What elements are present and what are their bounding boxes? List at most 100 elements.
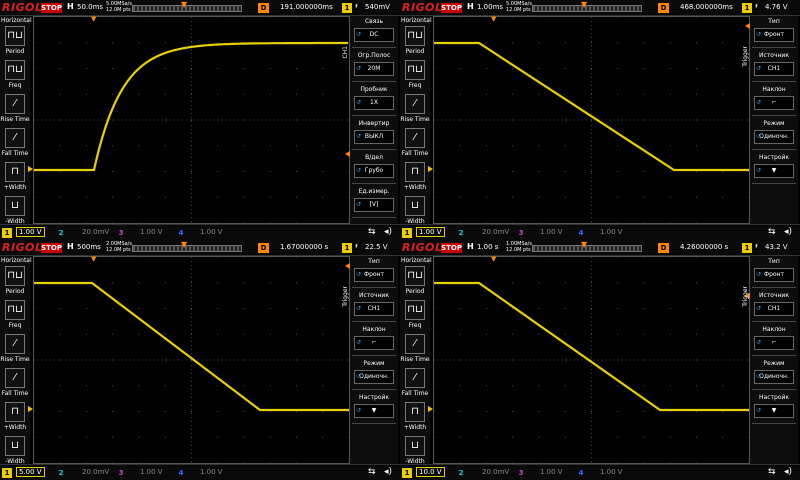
ch2-scale[interactable]: 20.0mV	[82, 228, 109, 236]
measure-button-freq[interactable]: ⊓⊔	[5, 60, 25, 80]
ch1-badge[interactable]: 1	[2, 468, 12, 478]
measure-button-period[interactable]: ⊓⊔	[5, 26, 25, 46]
speaker-icon[interactable]: ◂)	[384, 227, 392, 237]
trigger-level-value[interactable]: 43.2 V	[765, 243, 788, 251]
ch1-scale[interactable]: 10.0 V	[416, 467, 445, 477]
measure-button-period[interactable]: ⊓⊔	[405, 266, 425, 286]
trigger-level-value[interactable]: 4.76 V	[765, 3, 788, 11]
timebase-value[interactable]: 1.00 s	[477, 243, 498, 251]
measure-button--width[interactable]: ⊔	[405, 436, 425, 456]
ch1-ground-marker-icon[interactable]	[28, 166, 33, 172]
ch3-badge[interactable]: 3	[516, 228, 526, 238]
ch4-badge[interactable]: 4	[576, 228, 586, 238]
side-menu-option[interactable]: ↺ ⌐	[754, 336, 794, 350]
side-menu-option[interactable]: ↺ ▼	[754, 164, 794, 178]
horizontal-delay-value[interactable]: 1.67000000 s	[280, 243, 328, 251]
side-menu-option[interactable]: ↺ 1X	[354, 96, 394, 110]
ch1-ground-marker-icon[interactable]	[28, 406, 33, 412]
side-menu-option[interactable]: ↺ Фронт	[754, 268, 794, 282]
side-menu-option[interactable]: ↺ ▼	[754, 404, 794, 418]
horizontal-delay-value[interactable]: 191.000000ms	[280, 3, 333, 11]
timebase-value[interactable]: 50.0ms	[77, 3, 103, 11]
side-menu-option[interactable]: ↺ Одиночн.	[754, 370, 794, 384]
measure-button-fall-time[interactable]: ⁄	[405, 368, 425, 388]
measure-button-rise-time[interactable]: ⁄	[405, 334, 425, 354]
run-stop-status[interactable]: STOP	[41, 243, 62, 253]
measure-button-freq[interactable]: ⊓⊔	[405, 60, 425, 80]
ch2-scale[interactable]: 20.0mV	[82, 468, 109, 476]
side-menu-option[interactable]: ↺ CH1	[754, 302, 794, 316]
ch4-badge[interactable]: 4	[576, 468, 586, 478]
ch3-badge[interactable]: 3	[116, 468, 126, 478]
ch3-badge[interactable]: 3	[116, 228, 126, 238]
measure-button--width[interactable]: ⊔	[5, 196, 25, 216]
speaker-icon[interactable]: ◂)	[384, 467, 392, 477]
run-stop-status[interactable]: STOP	[441, 243, 462, 253]
measure-button-+width[interactable]: ⊓	[405, 162, 425, 182]
ch2-badge[interactable]: 2	[456, 228, 466, 238]
measure-button-rise-time[interactable]: ⁄	[5, 94, 25, 114]
ch2-scale[interactable]: 20.0mV	[482, 228, 509, 236]
ch4-scale[interactable]: 1.00 V	[200, 468, 223, 476]
measure-button-+width[interactable]: ⊓	[5, 402, 25, 422]
side-menu-option[interactable]: ↺ CH1	[354, 302, 394, 316]
ch4-scale[interactable]: 1.00 V	[600, 468, 623, 476]
ch1-ground-marker-icon[interactable]	[428, 166, 433, 172]
ch1-scale[interactable]: 5.00 V	[16, 467, 45, 477]
timebase-value[interactable]: 500ms	[77, 243, 101, 251]
side-menu-option[interactable]: ↺ ВЫКЛ	[354, 130, 394, 144]
waveform-display[interactable]	[433, 256, 750, 464]
side-menu-option[interactable]: ↺ DC	[354, 28, 394, 42]
ch3-badge[interactable]: 3	[516, 468, 526, 478]
side-menu-option[interactable]: ↺ ⌐	[354, 336, 394, 350]
horizontal-delay-value[interactable]: 468.000000ms	[680, 3, 733, 11]
ch1-badge[interactable]: 1	[402, 228, 412, 238]
side-menu-option[interactable]: ↺ Одиночн.	[354, 370, 394, 384]
horizontal-delay-value[interactable]: 4.26000000 s	[680, 243, 728, 251]
side-menu-option[interactable]: ↺ ▼	[354, 404, 394, 418]
ch1-ground-marker-icon[interactable]	[428, 406, 433, 412]
side-menu-option[interactable]: ↺ Фронт	[754, 28, 794, 42]
side-menu-option[interactable]: ↺ Одиночн.	[754, 130, 794, 144]
measure-button-+width[interactable]: ⊓	[5, 162, 25, 182]
run-stop-status[interactable]: STOP	[41, 3, 62, 13]
timebase-value[interactable]: 1.00ms	[477, 3, 503, 11]
speaker-icon[interactable]: ◂)	[784, 467, 792, 477]
measure-button-rise-time[interactable]: ⁄	[405, 94, 425, 114]
measure-button-freq[interactable]: ⊓⊔	[405, 300, 425, 320]
side-menu-option[interactable]: ↺ CH1	[754, 62, 794, 76]
ch2-badge[interactable]: 2	[456, 468, 466, 478]
measure-button-rise-time[interactable]: ⁄	[5, 334, 25, 354]
ch2-badge[interactable]: 2	[56, 468, 66, 478]
ch4-badge[interactable]: 4	[176, 228, 186, 238]
waveform-display[interactable]	[33, 16, 350, 224]
side-menu-option[interactable]: ↺ Фронт	[354, 268, 394, 282]
ch1-badge[interactable]: 1	[2, 228, 12, 238]
trigger-level-value[interactable]: 22.5 V	[365, 243, 388, 251]
ch4-scale[interactable]: 1.00 V	[600, 228, 623, 236]
speaker-icon[interactable]: ◂)	[784, 227, 792, 237]
measure-button-fall-time[interactable]: ⁄	[5, 368, 25, 388]
side-menu-option[interactable]: ↺ ⌐	[754, 96, 794, 110]
ch2-scale[interactable]: 20.0mV	[482, 468, 509, 476]
ch1-scale[interactable]: 1.00 V	[416, 227, 445, 237]
ch2-badge[interactable]: 2	[56, 228, 66, 238]
side-menu-option[interactable]: ↺ 20M	[354, 62, 394, 76]
run-stop-status[interactable]: STOP	[441, 3, 462, 13]
trigger-level-value[interactable]: 540mV	[365, 3, 390, 11]
ch1-scale[interactable]: 1.00 V	[16, 227, 45, 237]
ch1-badge[interactable]: 1	[402, 468, 412, 478]
measure-button-period[interactable]: ⊓⊔	[5, 266, 25, 286]
measure-button-fall-time[interactable]: ⁄	[405, 128, 425, 148]
measure-button-freq[interactable]: ⊓⊔	[5, 300, 25, 320]
ch3-scale[interactable]: 1.00 V	[140, 468, 163, 476]
waveform-display[interactable]	[433, 16, 750, 224]
measure-button--width[interactable]: ⊔	[405, 196, 425, 216]
measure-button-+width[interactable]: ⊓	[405, 402, 425, 422]
measure-button-period[interactable]: ⊓⊔	[405, 26, 425, 46]
measure-button--width[interactable]: ⊔	[5, 436, 25, 456]
waveform-display[interactable]	[33, 256, 350, 464]
side-menu-option[interactable]: ↺ Грубо	[354, 164, 394, 178]
ch4-scale[interactable]: 1.00 V	[200, 228, 223, 236]
side-menu-option[interactable]: ↺ [V]	[354, 198, 394, 212]
